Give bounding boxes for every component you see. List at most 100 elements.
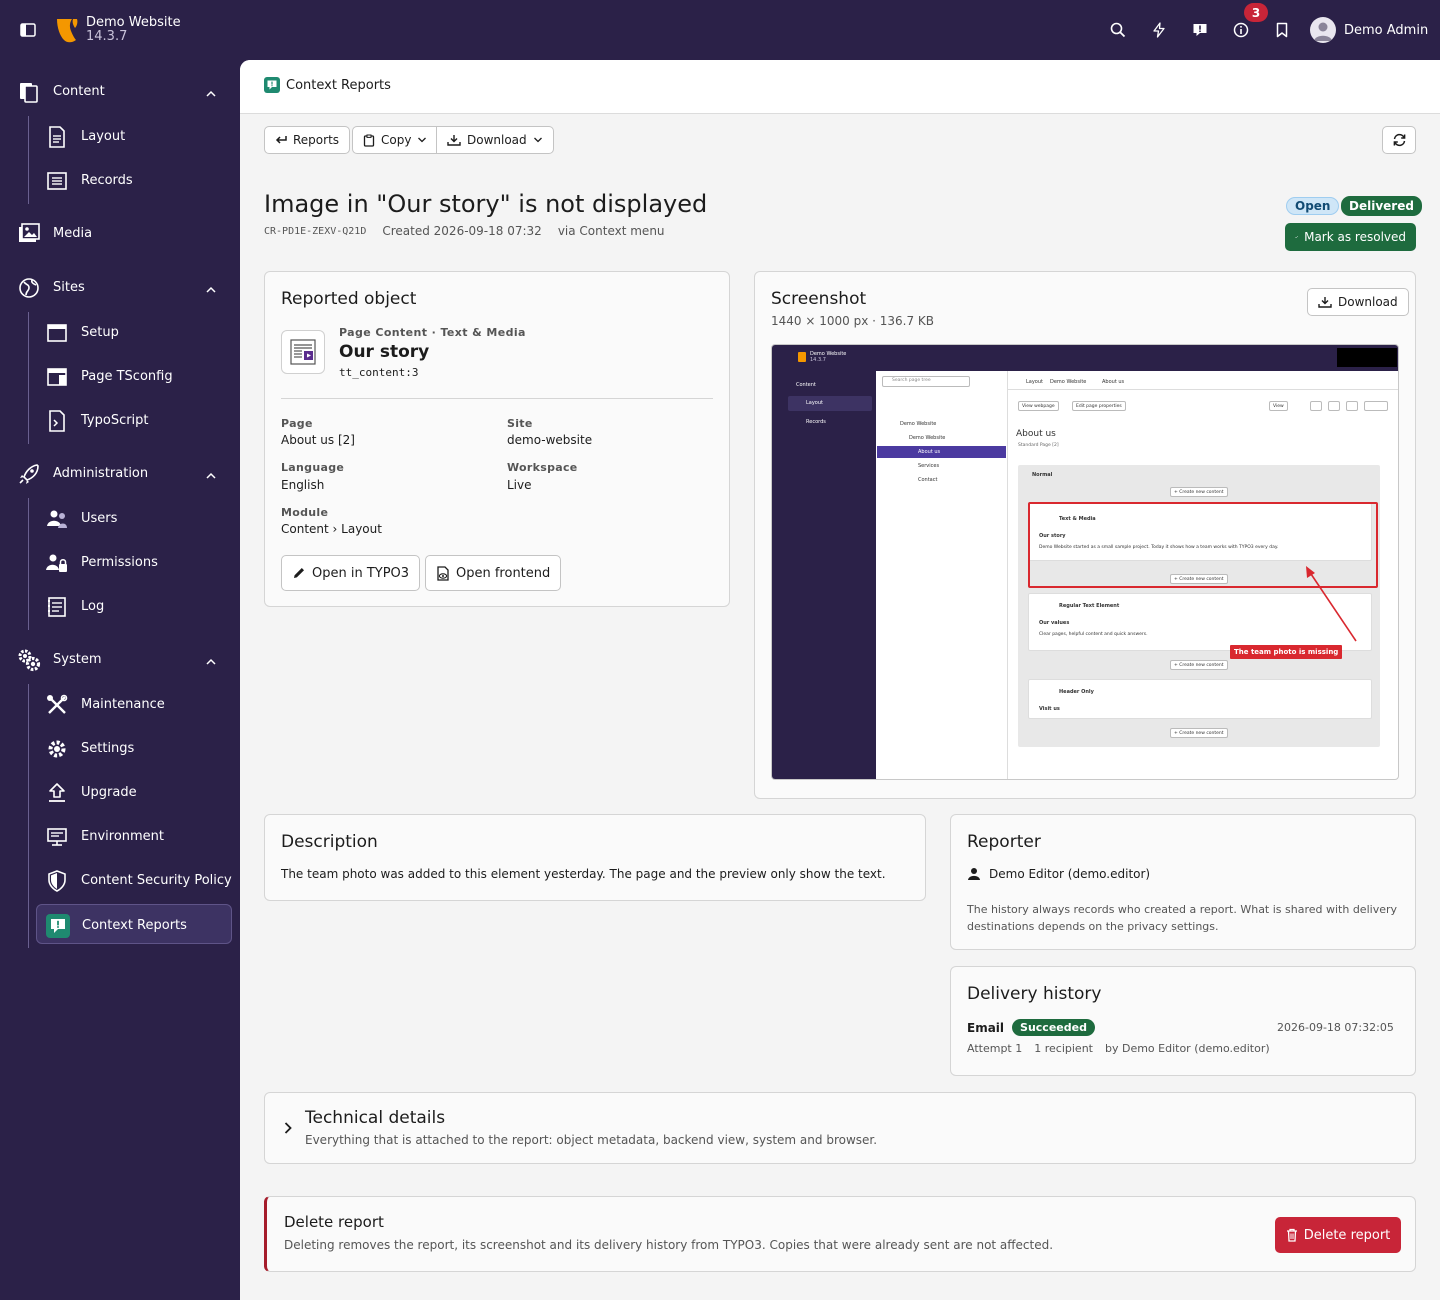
topbar: Demo Website 14.3.7 3 Demo Admin — [0, 0, 1440, 60]
object-record-id: tt_content:3 — [339, 366, 419, 379]
refresh-button[interactable] — [1382, 126, 1416, 154]
mark-as-resolved-button[interactable]: Mark as resolved — [1285, 223, 1416, 251]
sidebar-item-typoscript[interactable]: TypoScript — [36, 400, 232, 440]
copy-button-label: Copy — [381, 133, 412, 147]
media-icon — [17, 222, 41, 246]
object-type: Page Content · Text & Media — [339, 326, 526, 339]
administration-icon — [17, 462, 41, 486]
open-in-typo3-button[interactable]: Open in TYPO3 — [281, 555, 421, 591]
reporter-card: Reporter Demo Editor (demo.editor) The h… — [950, 814, 1416, 950]
sidebar-item-users[interactable]: Users — [36, 498, 232, 538]
preview-view-button: View — [1269, 401, 1288, 411]
content-icon — [17, 80, 41, 104]
divider — [281, 398, 713, 399]
screenshot-card: Screenshot 1440 × 1000 px · 136.7 KB Dow… — [754, 271, 1416, 799]
text-media-icon — [281, 330, 325, 374]
sidebar-item-upgrade[interactable]: Upgrade — [36, 772, 232, 812]
trash-icon — [1286, 1228, 1297, 1242]
sidebar-item-layout[interactable]: Layout — [36, 116, 232, 156]
bookmark-icon[interactable] — [1271, 19, 1293, 41]
preview-tree-item: Demo Website — [900, 421, 937, 427]
delivery-details: Attempt 1 1 recipient by Demo Editor (de… — [967, 1042, 1270, 1055]
sidebar-item-permissions[interactable]: Permissions — [36, 542, 232, 582]
download-button[interactable]: Download — [436, 126, 554, 154]
tsconfig-icon — [45, 365, 69, 389]
card-title: Description — [281, 832, 378, 852]
sidebar-item-label: Content Security Policy — [81, 873, 232, 888]
sidebar-toggle-icon[interactable] — [18, 20, 38, 40]
site-name[interactable]: Demo Website — [86, 15, 181, 30]
delivery-attempt: Attempt 1 — [967, 1042, 1023, 1055]
sidebar-item-setup[interactable]: Setup — [36, 312, 232, 352]
sidebar-item-label: Environment — [81, 829, 165, 844]
chevron-up-icon — [204, 282, 218, 296]
field-label-language: Language — [281, 461, 345, 474]
refresh-icon — [1393, 133, 1405, 147]
sites-icon — [17, 276, 41, 300]
bolt-icon[interactable] — [1148, 19, 1170, 41]
reports-button-label: Reports — [293, 133, 340, 147]
chevron-down-icon — [533, 137, 542, 143]
report-created: Created 2026-09-18 07:32 — [382, 224, 542, 238]
sidebar-item-label: Layout — [81, 129, 126, 144]
sidebar-item-page-tsconfig[interactable]: Page TSconfig — [36, 356, 232, 396]
sidebar-group-content[interactable]: Content — [0, 70, 240, 114]
preview-nav-records: Records — [806, 419, 826, 425]
report-icon[interactable] — [1189, 19, 1211, 41]
sidebar-item-records[interactable]: Records — [36, 160, 232, 200]
sidebar-group-label: Administration — [53, 466, 149, 481]
sidebar-group-system[interactable]: System — [0, 638, 240, 682]
chevron-up-icon — [204, 86, 218, 100]
technical-details-panel[interactable]: Technical details Everything that is att… — [264, 1092, 1416, 1164]
sidebar-group-administration[interactable]: Administration — [0, 452, 240, 496]
chevron-up-icon — [204, 654, 218, 668]
status-badge-open: Open — [1286, 197, 1340, 215]
preview-topbar — [772, 345, 1398, 371]
field-value-page: About us [2] — [281, 433, 355, 447]
field-label-workspace: Workspace — [507, 461, 578, 474]
user-menu[interactable]: Demo Admin — [1310, 17, 1428, 43]
open-in-typo3-label: Open in TYPO3 — [312, 565, 410, 581]
settings-icon — [45, 737, 69, 761]
sidebar-group-label: System — [53, 652, 102, 667]
sidebar-item-label: Settings — [81, 741, 135, 756]
mark-as-resolved-label: Mark as resolved — [1304, 230, 1406, 244]
sidebar: Content Layout Records Media Sites Setup… — [0, 60, 240, 1300]
download-icon — [1318, 297, 1332, 308]
delete-report-button[interactable]: Delete report — [1275, 1217, 1401, 1253]
main-content: Context Reports Reports Copy Download Im… — [240, 60, 1440, 1300]
delete-report-card: Delete report Deleting removes the repor… — [264, 1196, 1416, 1272]
preview-tree-selected — [877, 446, 1006, 458]
sidebar-group-sites[interactable]: Sites — [0, 266, 240, 310]
info-icon[interactable] — [1230, 19, 1252, 41]
sidebar-item-context-reports[interactable]: Context Reports — [36, 904, 232, 944]
sidebar-item-maintenance[interactable]: Maintenance — [36, 684, 232, 724]
users-icon — [45, 507, 69, 531]
open-frontend-button[interactable]: Open frontend — [425, 555, 562, 591]
copy-button[interactable]: Copy — [352, 126, 439, 154]
screenshot-download-button[interactable]: Download — [1307, 288, 1409, 316]
reports-button[interactable]: Reports — [264, 126, 351, 154]
maintenance-icon — [45, 693, 69, 717]
delete-report-text: Deleting removes the report, its screens… — [284, 1238, 1054, 1252]
sidebar-item-label: Users — [81, 511, 118, 526]
preview-crumb: Layout — [1026, 379, 1043, 385]
notification-badge[interactable]: 3 — [1244, 3, 1268, 22]
technical-details-text: Everything that is attached to the repor… — [305, 1133, 878, 1147]
search-icon[interactable] — [1107, 19, 1129, 41]
status-badge-delivered: Delivered — [1341, 196, 1422, 216]
preview-divider — [1008, 389, 1398, 390]
sidebar-group-media[interactable]: Media — [0, 212, 240, 256]
report-id: CR-PD1E-ZEXV-Q21D — [264, 225, 367, 237]
preview-create-button: + Create new content — [1170, 660, 1228, 670]
sidebar-item-content-security-policy[interactable]: Content Security Policy — [36, 860, 232, 900]
reported-object-card: Reported object Page Content · Text & Me… — [264, 271, 730, 607]
sidebar-item-settings[interactable]: Settings — [36, 728, 232, 768]
description-card: Description The team photo was added to … — [264, 814, 926, 901]
sidebar-item-environment[interactable]: Environment — [36, 816, 232, 856]
sidebar-item-log[interactable]: Log — [36, 586, 232, 626]
screenshot-preview[interactable]: Demo Website 14.3.7 Content Layout Recor… — [771, 344, 1399, 780]
preview-annotation-label: The team photo is missing — [1230, 645, 1343, 659]
typo3-logo-icon[interactable] — [54, 16, 80, 44]
sidebar-item-label: Maintenance — [81, 697, 165, 712]
